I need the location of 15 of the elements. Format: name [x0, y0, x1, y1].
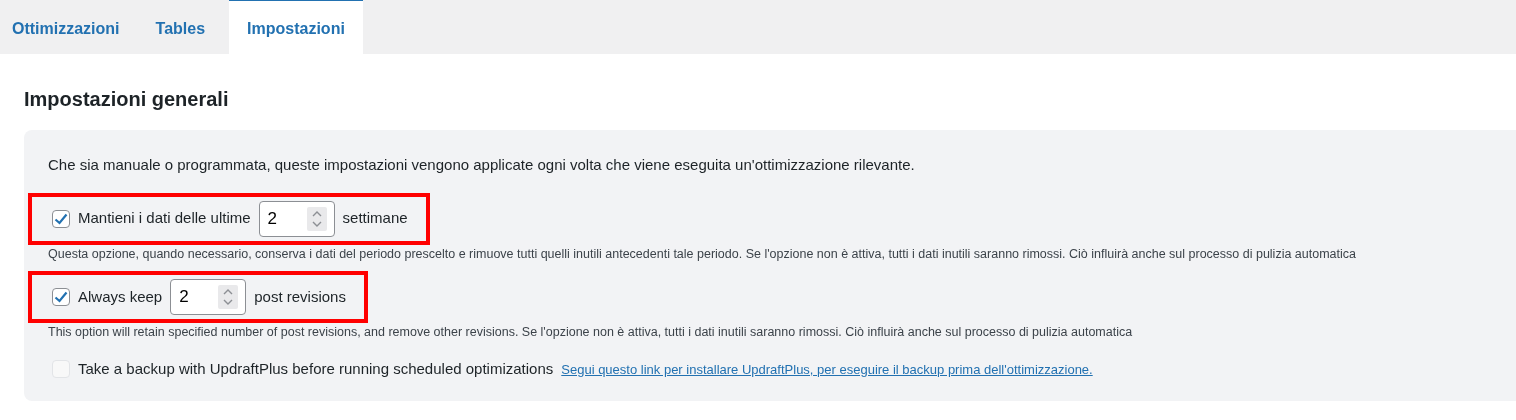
- spinner-icon[interactable]: [218, 285, 239, 310]
- option-description: Questa opzione, quando necessario, conserva i dati del periodo prescelto e rimuove tutti quelli inutili antecedenti tale periodo. Se l'opzione non è attiva, tutti i dati inutili saranno rimossi. Ciò influirà anche sul processo di pulizia automatica: [48, 245, 1357, 263]
- checkbox[interactable]: [52, 288, 70, 307]
- option-label: post revisions: [254, 287, 346, 307]
- option-label: settimane: [342, 208, 408, 229]
- option-label: Take a backup with UpdraftPlus before running scheduled optimizations: [78, 359, 554, 379]
- checkbox[interactable]: [52, 209, 70, 228]
- tab[interactable]: Tables: [143, 0, 218, 54]
- intro-text: Che sia manuale o programmata, queste impostazioni vengono applicate ogni volta che viene eseguita un'ottimizzazione rilevante.: [48, 155, 916, 175]
- option-label: Always keep: [78, 287, 163, 307]
- section-heading: Impostazioni generali: [24, 87, 230, 112]
- option-label: Mantieni i dati delle ultime: [78, 208, 251, 229]
- tab[interactable]: Impostazioni: [229, 0, 363, 54]
- tab[interactable]: Ottimizzazioni: [0, 0, 132, 54]
- option-description: This option will retain specified number of post revisions, and remove other revisions. Se l'opzione non è attiva, tutti i dati inutili saranno rimossi. Ciò influirà anche sul processo di pulizia automatica: [48, 324, 1134, 342]
